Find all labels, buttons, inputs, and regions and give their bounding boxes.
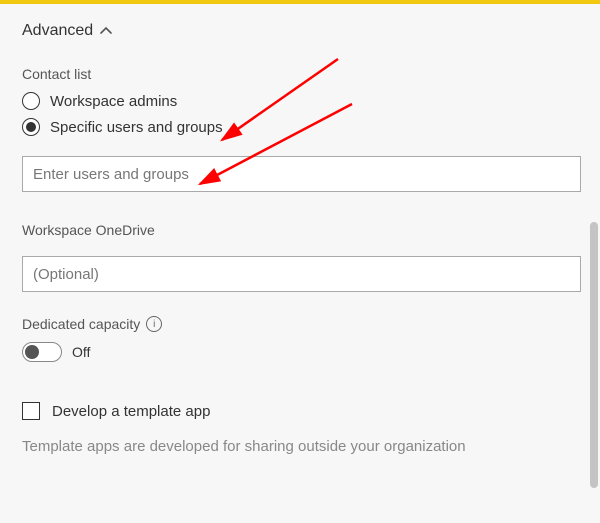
onedrive-label: Workspace OneDrive <box>22 222 578 238</box>
toggle-knob-icon <box>25 345 39 359</box>
section-title: Advanced <box>22 22 93 40</box>
radio-workspace-admins[interactable]: Workspace admins <box>22 92 177 110</box>
radio-label: Specific users and groups <box>50 119 223 136</box>
bottom-fade <box>0 493 600 523</box>
scrollbar[interactable] <box>590 222 598 488</box>
template-app-help-text: Template apps are developed for sharing … <box>22 438 578 455</box>
users-groups-input[interactable] <box>22 156 581 192</box>
advanced-settings-panel: Advanced Contact list Workspace admins S… <box>0 4 600 455</box>
contact-list-label: Contact list <box>22 66 578 82</box>
onedrive-input[interactable] <box>22 256 581 292</box>
develop-template-app-checkbox[interactable]: Develop a template app <box>22 402 210 420</box>
toggle-state-label: Off <box>72 344 90 360</box>
checkbox-label: Develop a template app <box>52 403 210 420</box>
contact-list-radio-group: Workspace admins Specific users and grou… <box>22 92 578 136</box>
dedicated-capacity-label: Dedicated capacity <box>22 316 140 332</box>
radio-icon <box>22 92 40 110</box>
checkbox-icon <box>22 402 40 420</box>
radio-specific-users[interactable]: Specific users and groups <box>22 118 223 136</box>
radio-label: Workspace admins <box>50 93 177 110</box>
chevron-up-icon <box>99 24 113 38</box>
info-icon[interactable]: i <box>146 316 162 332</box>
dedicated-capacity-toggle[interactable] <box>22 342 62 362</box>
radio-icon <box>22 118 40 136</box>
advanced-section-toggle[interactable]: Advanced <box>22 22 113 40</box>
